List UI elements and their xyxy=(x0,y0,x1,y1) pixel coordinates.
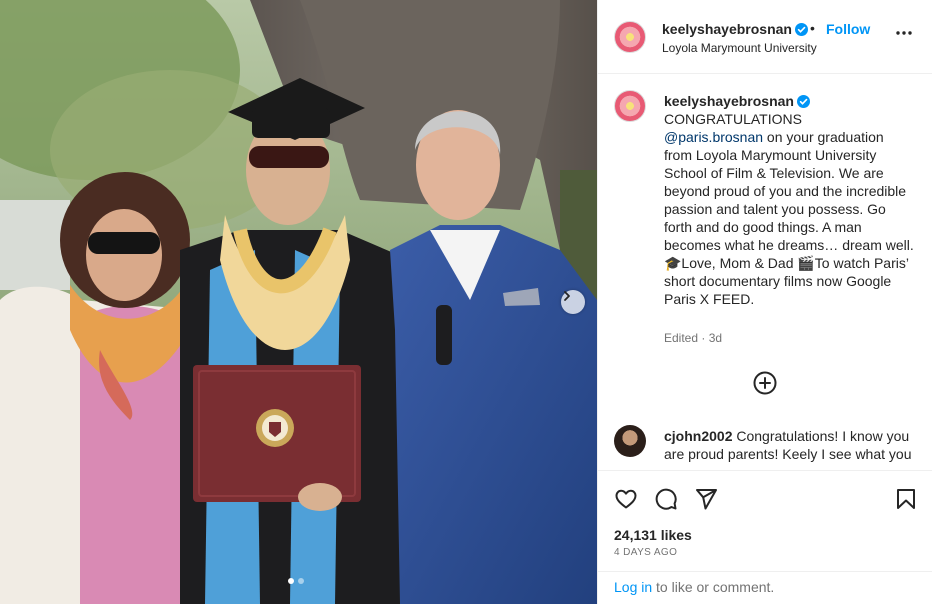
send-icon[interactable] xyxy=(694,487,718,511)
caption-age[interactable]: 3d xyxy=(709,331,722,345)
login-prompt-text: to like or comment. xyxy=(652,579,775,595)
caption-author-avatar[interactable] xyxy=(614,90,646,122)
author-username-text[interactable]: keelyshayebrosnan xyxy=(662,21,792,37)
caption-text-start: CONGRATULATIONS xyxy=(664,111,802,127)
author-username[interactable]: keelyshayebrosnan xyxy=(662,21,808,37)
post-location[interactable]: Loyola Marymount University xyxy=(662,41,817,55)
bookmark-icon[interactable] xyxy=(894,487,918,511)
caption-author-username-text[interactable]: keelyshayebrosnan xyxy=(664,93,794,109)
login-link[interactable]: Log in xyxy=(614,579,652,595)
plus-circle-icon[interactable] xyxy=(753,371,777,395)
likes-count[interactable]: 24,131 likes xyxy=(614,527,692,543)
post-header: keelyshayebrosnan • Follow Loyola Marymo… xyxy=(598,0,932,74)
caption-mention-link[interactable]: @paris.brosnan xyxy=(664,129,763,145)
header-separator: • xyxy=(810,20,815,36)
comment-icon[interactable] xyxy=(654,487,678,511)
caption-text: on your graduation from Loyola Marymount… xyxy=(664,129,914,307)
post-actions-bar: 24,131 likes 4 DAYS AGO Log in to like o… xyxy=(598,470,932,604)
post-photo[interactable] xyxy=(0,0,597,604)
verified-badge-icon xyxy=(794,23,808,36)
caption-author-username[interactable]: keelyshayebrosnan xyxy=(664,93,810,109)
comment-item: cjohn2002 Congratulations! I know you ar… xyxy=(664,427,914,467)
commenter-avatar[interactable] xyxy=(614,425,646,457)
carousel-dot-active xyxy=(288,578,294,584)
post-caption: keelyshayebrosnan CONGRATULATIONS @paris… xyxy=(664,92,914,308)
author-avatar[interactable] xyxy=(614,21,646,53)
post-timestamp[interactable]: 4 DAYS AGO xyxy=(614,547,677,558)
carousel-next-button[interactable] xyxy=(561,290,585,314)
caption-meta: Edited · 3d xyxy=(664,331,723,345)
more-options-icon[interactable] xyxy=(895,30,913,36)
follow-button[interactable]: Follow xyxy=(826,21,870,37)
chevron-right-icon xyxy=(564,291,570,301)
carousel-dot xyxy=(298,578,304,584)
post-side-panel: keelyshayebrosnan • Follow Loyola Marymo… xyxy=(597,0,932,604)
heart-icon[interactable] xyxy=(614,487,638,511)
carousel-indicator xyxy=(288,578,304,584)
commenter-username[interactable]: cjohn2002 xyxy=(664,428,732,444)
verified-badge-icon xyxy=(796,95,810,108)
login-prompt: Log in to like or comment. xyxy=(598,571,932,604)
graduation-photo xyxy=(0,0,597,604)
edited-label: Edited xyxy=(664,331,699,345)
